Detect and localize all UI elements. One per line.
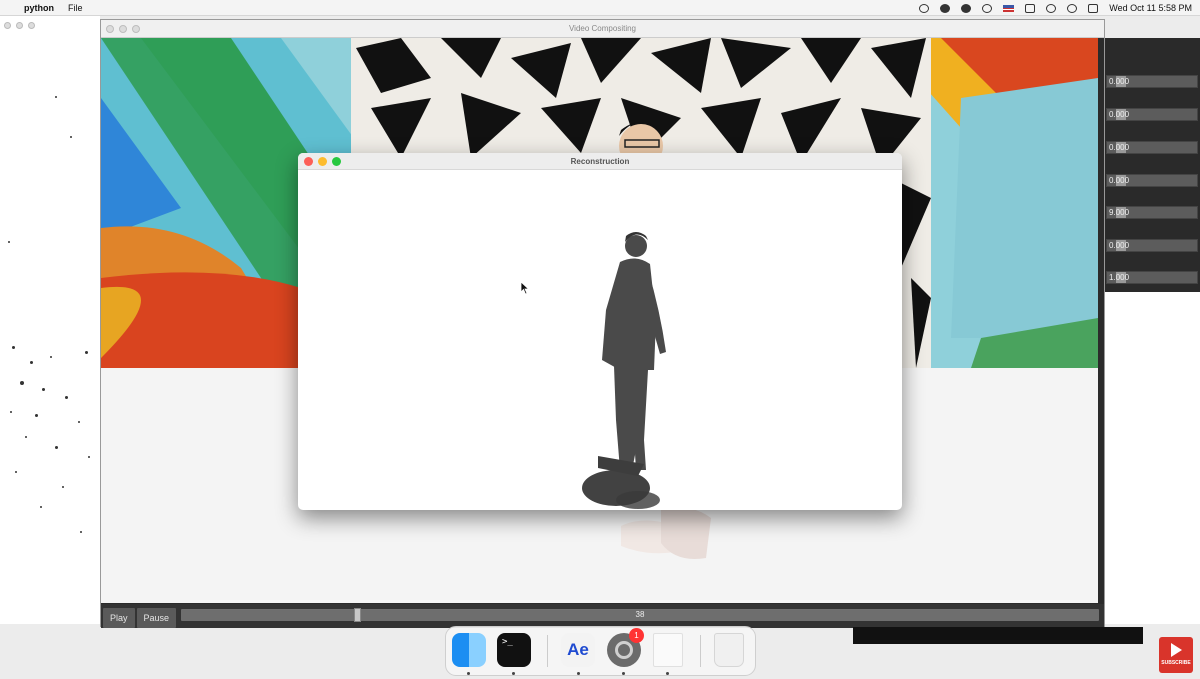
close-button[interactable] — [106, 25, 114, 33]
slider-value: 0.000 — [1109, 143, 1130, 152]
person-point-cloud — [598, 232, 666, 476]
minimize-button[interactable] — [119, 25, 127, 33]
noise-point — [40, 506, 42, 508]
parameter-slider[interactable]: 0.000 — [1106, 141, 1198, 154]
window-title: Reconstruction — [570, 157, 630, 166]
notification-badge: 1 — [629, 628, 644, 643]
noise-point — [85, 351, 88, 354]
desktop: python File Wed Oct 11 5:58 PM Video Com… — [0, 0, 1200, 679]
noise-point — [10, 411, 12, 413]
menu-bar: python File Wed Oct 11 5:58 PM — [0, 0, 1200, 16]
slider-value: 0.000 — [1109, 77, 1130, 86]
parameter-slider[interactable]: 9.000 — [1106, 206, 1198, 219]
globe-icon[interactable] — [982, 3, 993, 13]
slider-value: 0.000 — [1109, 176, 1130, 185]
noise-point — [25, 436, 27, 438]
close-button[interactable] — [4, 22, 11, 29]
parameter-slider[interactable]: 0.000 — [1106, 108, 1198, 121]
terminal-icon[interactable]: >_ — [497, 633, 531, 667]
noise-point — [55, 96, 57, 98]
window-title: Video Compositing — [568, 24, 636, 33]
noise-point — [55, 446, 58, 449]
spotlight-search-icon[interactable] — [1067, 3, 1078, 13]
window-controls — [304, 157, 341, 166]
timeline-slider[interactable]: 38 — [181, 608, 1099, 622]
menu-clock[interactable]: Wed Oct 11 5:58 PM — [1109, 3, 1192, 13]
gear-icon — [615, 641, 633, 659]
window-titlebar[interactable]: Video Compositing — [101, 20, 1104, 38]
parameter-slider[interactable]: 1.000 — [1106, 271, 1198, 284]
slider-value: 9.000 — [1109, 208, 1130, 217]
mouse-cursor-icon — [520, 281, 530, 295]
reconstruction-viewport[interactable] — [298, 170, 902, 510]
window-controls — [4, 22, 35, 29]
parameter-slider[interactable]: 0.000 — [1106, 239, 1198, 252]
zoom-button[interactable] — [28, 22, 35, 29]
running-indicator — [666, 672, 669, 675]
after-effects-icon[interactable]: Ae — [561, 633, 595, 667]
play-icon — [1170, 643, 1182, 657]
noise-point — [42, 388, 45, 391]
background-window-edge — [853, 627, 1143, 644]
noise-point — [50, 356, 52, 358]
background-window[interactable] — [0, 16, 100, 624]
noise-point — [35, 414, 38, 417]
noise-point — [62, 486, 64, 488]
wifi-icon[interactable] — [1046, 3, 1057, 13]
background-window-right[interactable] — [1105, 292, 1200, 624]
screen-record-icon[interactable] — [940, 3, 951, 13]
finder-icon[interactable] — [452, 633, 486, 667]
noise-point — [8, 241, 10, 243]
slider-value: 0.000 — [1109, 241, 1130, 250]
noise-point — [15, 471, 17, 473]
vpn-icon[interactable] — [961, 3, 972, 13]
minimize-button[interactable] — [318, 157, 327, 166]
playback-controls: Play Pause 38 — [101, 604, 1104, 628]
running-indicator — [512, 672, 515, 675]
running-indicator — [622, 672, 625, 675]
noise-point — [78, 421, 80, 423]
menu-app-name[interactable]: python — [24, 3, 54, 13]
slider-value: 0.000 — [1109, 110, 1130, 119]
dock: >_ Ae 1 — [445, 626, 756, 676]
running-indicator — [577, 672, 580, 675]
zoom-button[interactable] — [332, 157, 341, 166]
status-menus: Wed Oct 11 5:58 PM — [919, 0, 1192, 16]
zoom-button[interactable] — [132, 25, 140, 33]
frame-number: 38 — [635, 610, 645, 619]
play-button[interactable]: Play — [103, 608, 135, 628]
trash-icon[interactable] — [714, 633, 744, 667]
noise-point — [88, 456, 90, 458]
input-source-flag-icon[interactable] — [1003, 4, 1015, 12]
floor-shadow — [616, 491, 660, 509]
window-titlebar[interactable]: Reconstruction — [298, 153, 902, 170]
cloud-icon[interactable] — [919, 3, 930, 13]
noise-point — [80, 531, 82, 533]
reconstruction-window[interactable]: Reconstruction — [298, 153, 902, 510]
parameter-slider[interactable]: 0.000 — [1106, 75, 1198, 88]
noise-point — [70, 136, 72, 138]
close-button[interactable] — [304, 157, 313, 166]
pause-button[interactable]: Pause — [136, 608, 177, 628]
running-indicator — [467, 672, 470, 675]
noise-point — [30, 361, 33, 364]
noise-point — [65, 396, 68, 399]
youtube-subscribe-button[interactable]: SUBSCRIBE — [1159, 637, 1193, 673]
minimize-button[interactable] — [16, 22, 23, 29]
terminal-glyph: >_ — [502, 637, 513, 647]
subscribe-label: SUBSCRIBE — [1161, 660, 1191, 666]
parameter-slider[interactable]: 0.000 — [1106, 174, 1198, 187]
noise-point — [12, 346, 15, 349]
window-controls — [106, 25, 140, 33]
slider-value: 1.000 — [1109, 273, 1130, 282]
menu-file[interactable]: File — [68, 3, 83, 13]
noise-point — [20, 381, 24, 385]
control-center-icon[interactable] — [1088, 3, 1099, 13]
battery-icon[interactable] — [1025, 3, 1036, 13]
parameter-panel: 0.000 0.000 0.000 0.000 9.000 0.000 1.00… — [1105, 38, 1200, 292]
dock-divider — [700, 635, 701, 667]
dock-divider — [547, 635, 548, 667]
document-icon[interactable] — [653, 633, 683, 667]
after-effects-label: Ae — [567, 640, 589, 659]
